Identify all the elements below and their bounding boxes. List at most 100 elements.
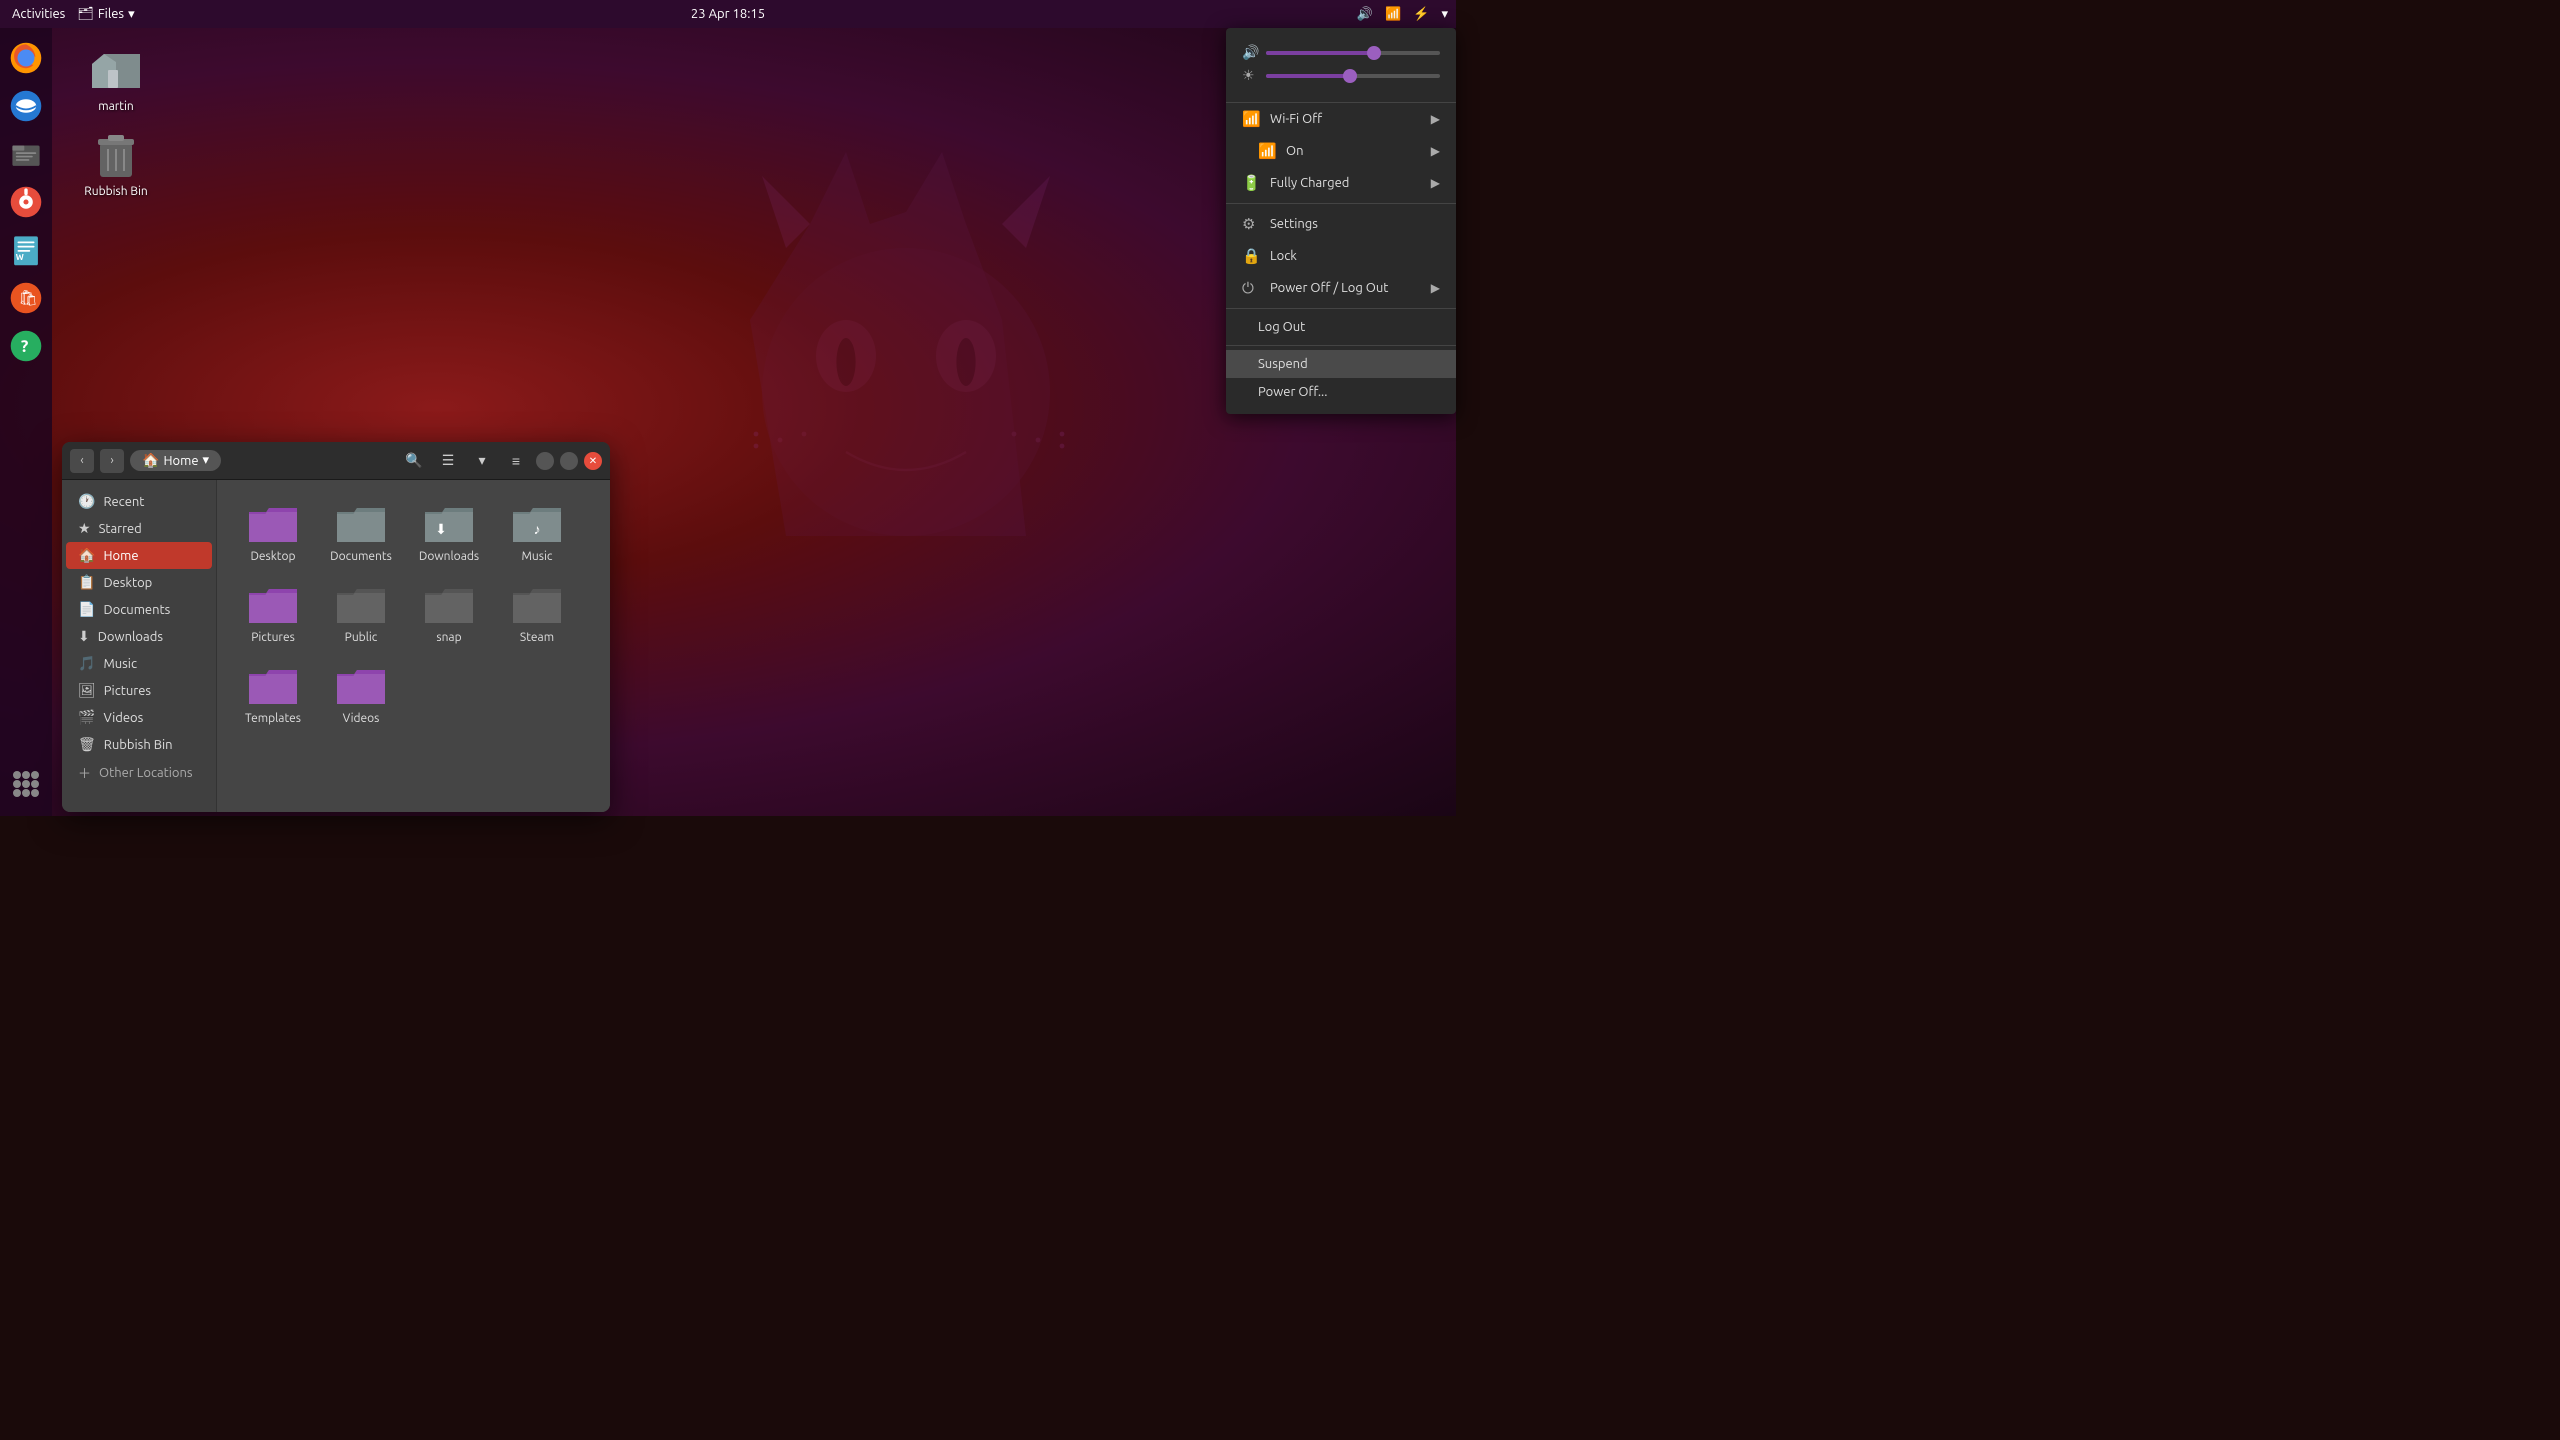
folder-music-label: Music <box>522 550 553 563</box>
starred-icon: ★ <box>78 520 91 537</box>
power-status-icon[interactable]: ⚡ <box>1413 7 1429 22</box>
files-folder-icon: 🗂 <box>77 7 94 22</box>
maximize-button[interactable] <box>560 452 578 470</box>
view-options-button[interactable]: ▾ <box>468 447 496 475</box>
top-panel: Activities 🗂 Files ▾ 23 Apr 18:15 🔊 📶 ⚡ … <box>0 0 1456 28</box>
panel-arrow[interactable]: ▾ <box>1441 7 1448 22</box>
dock-thunderbird[interactable] <box>6 86 46 126</box>
folder-downloads-icon: ⬇ <box>423 502 475 546</box>
panel-clock[interactable]: 23 Apr 18:15 <box>691 7 765 21</box>
volume-slider-thumb[interactable] <box>1367 46 1381 60</box>
brightness-slider-thumb[interactable] <box>1343 69 1357 83</box>
menu-item-poweroff[interactable]: Power Off... <box>1226 378 1456 406</box>
dock-firefox[interactable] <box>6 38 46 78</box>
rubbish-bin-icon-label: Rubbish Bin <box>84 185 147 198</box>
power-icon: ⏻ <box>1242 279 1260 297</box>
recent-icon: 🕐 <box>78 493 95 510</box>
close-button[interactable]: ✕ <box>584 452 602 470</box>
fm-toolbar-right: 🔍 ☰ ▾ ≡ ✕ <box>400 447 602 475</box>
settings-icon: ⚙ <box>1242 215 1260 233</box>
desktop-icon-martin[interactable]: martin <box>76 44 156 113</box>
folder-snap[interactable]: snap <box>409 577 489 650</box>
sidebar-item-other[interactable]: ＋ Other Locations <box>66 758 212 787</box>
folder-videos-label: Videos <box>343 712 380 725</box>
menu-item-logout[interactable]: Log Out <box>1226 313 1456 341</box>
panel-right: 🔊 📶 ⚡ ▾ <box>1357 7 1448 22</box>
sidebar-item-documents[interactable]: 📄 Documents <box>66 596 212 623</box>
folder-documents[interactable]: Documents <box>321 496 401 569</box>
location-text: Home <box>163 454 198 468</box>
menu-item-wifi[interactable]: 📶 Wi-Fi Off ▶ <box>1226 103 1456 135</box>
folder-documents-icon <box>335 502 387 546</box>
folder-music[interactable]: ♪ Music <box>497 496 577 569</box>
sidebar-item-home[interactable]: 🏠 Home <box>66 542 212 569</box>
volume-slider-track[interactable] <box>1266 51 1440 55</box>
folder-templates[interactable]: Templates <box>233 658 313 731</box>
menu-item-settings[interactable]: ⚙ Settings <box>1226 208 1456 240</box>
location-bar[interactable]: 🏠 Home ▾ <box>130 450 221 471</box>
suspend-label: Suspend <box>1258 357 1308 371</box>
show-apps-button[interactable] <box>6 764 46 804</box>
folder-pictures-label: Pictures <box>251 631 295 644</box>
file-manager-body: 🕐 Recent ★ Starred 🏠 Home 📋 Desktop 📄 Do… <box>62 480 610 812</box>
menu-item-battery[interactable]: 🔋 Fully Charged ▶ <box>1226 167 1456 199</box>
sidebar-item-recent[interactable]: 🕐 Recent <box>66 488 212 515</box>
sidebar-item-downloads[interactable]: ⬇ Downloads <box>66 623 212 650</box>
menu-button[interactable]: ≡ <box>502 447 530 475</box>
desktop-icon-area: martin Rubbish Bin <box>60 28 172 214</box>
power-label: Power Off / Log Out <box>1270 281 1388 295</box>
brightness-slider-track[interactable] <box>1266 74 1440 78</box>
file-manager-sidebar: 🕐 Recent ★ Starred 🏠 Home 📋 Desktop 📄 Do… <box>62 480 217 812</box>
martin-icon <box>90 44 142 96</box>
home-label: Home <box>103 549 138 563</box>
sidebar-item-pictures[interactable]: 🖼 Pictures <box>66 677 212 704</box>
folder-steam[interactable]: Steam <box>497 577 577 650</box>
martin-icon-label: martin <box>98 100 134 113</box>
menu-item-on[interactable]: 📶 On ▶ <box>1226 135 1456 167</box>
menu-item-suspend[interactable]: Suspend <box>1226 350 1456 378</box>
dock-libreoffice[interactable]: W <box>6 230 46 270</box>
svg-text:⬇: ⬇ <box>435 521 447 537</box>
on-arrow: ▶ <box>1431 144 1440 158</box>
sidebar-item-videos[interactable]: 🎬 Videos <box>66 704 212 731</box>
folder-public[interactable]: Public <box>321 577 401 650</box>
back-button[interactable]: ‹ <box>70 449 94 473</box>
folder-desktop-label: Desktop <box>250 550 295 563</box>
folder-pictures[interactable]: Pictures <box>233 577 313 650</box>
battery-arrow: ▶ <box>1431 176 1440 190</box>
folder-downloads[interactable]: ⬇ Downloads <box>409 496 489 569</box>
other-label: Other Locations <box>99 766 193 780</box>
dock-rhythmbox[interactable] <box>6 182 46 222</box>
files-menu[interactable]: 🗂 Files ▾ <box>77 7 134 22</box>
folder-downloads-label: Downloads <box>419 550 479 563</box>
dock-files[interactable] <box>6 134 46 174</box>
search-button[interactable]: 🔍 <box>400 447 428 475</box>
desktop-icon-rubbish[interactable]: Rubbish Bin <box>76 129 156 198</box>
activities-button[interactable]: Activities <box>8 7 69 21</box>
svg-text:🛍: 🛍 <box>18 289 37 306</box>
sidebar-item-desktop[interactable]: 📋 Desktop <box>66 569 212 596</box>
svg-text:?: ? <box>21 337 29 356</box>
pictures-icon: 🖼 <box>78 682 96 699</box>
menu-item-power[interactable]: ⏻ Power Off / Log Out ▶ <box>1226 272 1456 304</box>
rubbish-label: Rubbish Bin <box>104 738 173 752</box>
volume-icon[interactable]: 🔊 <box>1357 7 1373 22</box>
pictures-label: Pictures <box>104 684 151 698</box>
sidebar-item-starred[interactable]: ★ Starred <box>66 515 212 542</box>
dock-software[interactable]: 🛍 <box>6 278 46 318</box>
folder-desktop[interactable]: Desktop <box>233 496 313 569</box>
forward-button[interactable]: › <box>100 449 124 473</box>
desktop-sidebar-icon: 📋 <box>78 574 95 591</box>
folder-videos[interactable]: Videos <box>321 658 401 731</box>
network-status-icon[interactable]: 📶 <box>1385 7 1401 22</box>
dock-help[interactable]: ? <box>6 326 46 366</box>
folder-public-label: Public <box>345 631 378 644</box>
menu-item-lock[interactable]: 🔒 Lock <box>1226 240 1456 272</box>
wifi-icon: 📶 <box>1242 110 1260 128</box>
sidebar-item-rubbish[interactable]: 🗑 Rubbish Bin <box>66 731 212 758</box>
folder-snap-label: snap <box>436 631 461 644</box>
minimize-button[interactable] <box>536 452 554 470</box>
sidebar-item-music[interactable]: 🎵 Music <box>66 650 212 677</box>
documents-label: Documents <box>103 603 170 617</box>
list-view-button[interactable]: ☰ <box>434 447 462 475</box>
